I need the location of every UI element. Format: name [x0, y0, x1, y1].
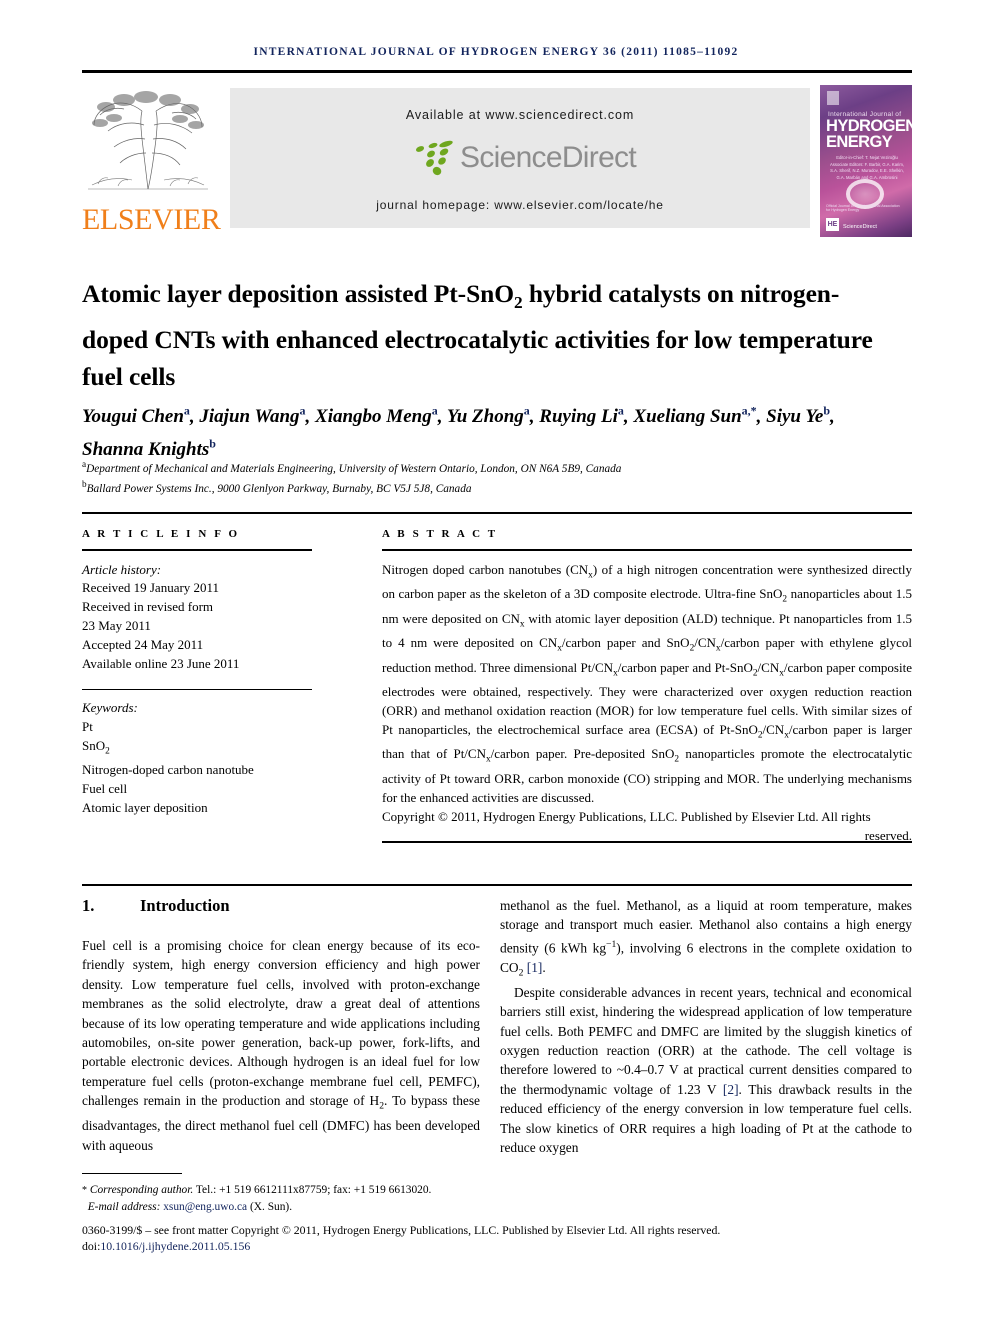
abstract-body: Nitrogen doped carbon nanotubes (CNx) of… — [382, 561, 912, 846]
abstract-rule — [382, 549, 912, 551]
abstract-bottom-rule — [382, 841, 912, 843]
journal-cover-thumbnail: International Journal of HYDROGEN ENERGY… — [820, 85, 912, 237]
journal-homepage-text: journal homepage: www.elsevier.com/locat… — [376, 198, 664, 212]
masthead: ELSEVIER Available at www.sciencedirect.… — [82, 85, 912, 237]
cover-he-badge: HE — [826, 218, 839, 231]
author-affiliation-mark: a — [431, 404, 438, 418]
available-at-text: Available at www.sciencedirect.com — [405, 108, 635, 122]
history-item: Accepted 24 May 2011 — [82, 636, 204, 652]
elsevier-tree-icon — [88, 91, 208, 190]
author: Siyu Yeb — [766, 404, 830, 428]
body-top-rule — [82, 884, 912, 887]
abstract-copyright: Copyright © 2011, Hydrogen Energy Public… — [382, 808, 871, 824]
cover-sciencedirect-label: ScienceDirect — [843, 224, 877, 230]
abstract-copyright-last: reserved. — [864, 827, 912, 843]
email-link[interactable]: xsun@eng.uwo.ca — [163, 1201, 247, 1213]
email-label: E-mail address: — [87, 1201, 161, 1214]
corresponding-author-note: * Corresponding author. Tel.: +1 519 661… — [82, 1182, 642, 1216]
article-info-column: A R T I C L E I N F O Article history: R… — [82, 528, 350, 818]
cover-title-line-2: ENERGY — [826, 133, 893, 151]
elsevier-logo: ELSEVIER — [82, 85, 221, 237]
sciencedirect-logo: ScienceDirect — [230, 138, 810, 186]
sciencedirect-banner: Available at www.sciencedirect.com Scien… — [230, 88, 810, 228]
doi-link[interactable]: 10.1016/j.ijhydene.2011.05.156 — [100, 1239, 250, 1253]
article-info-rule — [82, 549, 312, 551]
citation-link[interactable]: [1] — [527, 960, 543, 975]
article-history: Article history: Received 19 January 201… — [82, 561, 350, 674]
body-paragraph: Despite considerable advances in recent … — [500, 984, 913, 1156]
email-person: (X. Sun). — [249, 1201, 293, 1214]
history-item: Received in revised form — [82, 599, 214, 615]
affiliation-b: bBallard Power Systems Inc., 9000 Glenly… — [82, 479, 472, 495]
running-head: INTERNATIONAL JOURNAL OF HYDROGEN ENERGY… — [253, 46, 739, 58]
author-affiliation-mark: a,* — [741, 404, 757, 418]
author: Ruying Lia — [539, 404, 624, 428]
journal-article-page: INTERNATIONAL JOURNAL OF HYDROGEN ENERGY… — [0, 0, 992, 1323]
corresponding-author-label: Corresponding author. — [89, 1184, 194, 1196]
article-info-heading: A R T I C L E I N F O — [82, 528, 240, 540]
info-top-rule — [82, 512, 912, 514]
author: Jiajun Wanga — [199, 404, 306, 428]
body-paragraph: methanol as the fuel. Methanol, as a liq… — [500, 898, 912, 979]
body-left-column: 1. Introduction Fuel cell is a promising… — [82, 896, 480, 1155]
keyword-item: Pt — [82, 719, 93, 735]
cover-top-badge — [827, 91, 839, 105]
author-affiliation-mark: a — [523, 404, 530, 418]
section-title: Introduction — [140, 896, 230, 915]
keyword-item: Fuel cell — [82, 781, 128, 797]
author-affiliation-mark: a — [299, 404, 306, 418]
body-right-column: methanol as the fuel. Methanol, as a liq… — [500, 896, 912, 1157]
doi-line: doi:10.1016/j.ijhydene.2011.05.156 — [82, 1239, 582, 1254]
keyword-item: SnO2 — [82, 738, 110, 757]
abstract-heading: A B S T R A C T — [382, 528, 498, 540]
author-affiliation-mark: b — [209, 436, 216, 451]
affiliation-a: aDepartment of Mechanical and Materials … — [82, 460, 622, 475]
sciencedirect-leaf-icon — [416, 140, 453, 176]
doi-label: doi: — [82, 1239, 101, 1253]
cover-editors: Editor-in-Chief: T. Nejat Veziroğlu Asso… — [830, 155, 905, 180]
history-item: Available online 23 June 2011 — [82, 655, 240, 671]
body-paragraph: Fuel cell is a promising choice for clea… — [82, 938, 480, 1153]
history-item: Received 19 January 2011 — [82, 580, 220, 596]
page-title: Atomic layer deposition assisted Pt-SnO2… — [82, 279, 873, 392]
author-affiliation-mark: a — [617, 404, 624, 418]
issn-copyright-line: 0360-3199/$ – see front matter Copyright… — [82, 1223, 721, 1237]
history-item: 23 May 2011 — [82, 617, 151, 633]
section-heading: 1. Introduction — [82, 896, 480, 916]
sciencedirect-wordmark: ScienceDirect — [460, 141, 637, 174]
abstract-column: A B S T R A C T Nitrogen doped carbon na… — [382, 528, 912, 846]
header-rule — [82, 70, 912, 73]
author-affiliation-mark: b — [823, 404, 830, 418]
section-number: 1. — [82, 896, 95, 915]
author: Xueliang Suna,* — [633, 404, 757, 428]
author: Yu Zhonga — [446, 404, 530, 428]
footnote-marker: * — [82, 1185, 87, 1196]
author: Xiangbo Menga — [315, 404, 438, 428]
article-history-label: Article history: — [82, 561, 162, 577]
citation-link[interactable]: [2] — [723, 1082, 739, 1097]
keyword-item: Atomic layer deposition — [82, 800, 208, 816]
footnote-rule — [82, 1173, 182, 1175]
author-list: Yougui Chena, Jiajun Wanga, Xiangbo Meng… — [82, 404, 835, 460]
keywords-rule — [82, 689, 312, 691]
corresponding-author-tel: Tel.: +1 519 6612111x87759; fax: +1 519 … — [193, 1184, 432, 1196]
keyword-item: Nitrogen-doped carbon nanotube — [82, 762, 254, 778]
author: Yougui Chena — [82, 404, 190, 428]
cover-footer-text: Official Journal of the International As… — [826, 204, 900, 212]
affiliations: aDepartment of Mechanical and Materials … — [82, 457, 912, 497]
keywords-label: Keywords: — [82, 700, 138, 716]
author-affiliation-mark: a — [183, 404, 190, 418]
elsevier-wordmark: ELSEVIER — [82, 203, 221, 236]
keywords-list: Keywords: Pt SnO2 Nitrogen-doped carbon … — [82, 699, 350, 817]
